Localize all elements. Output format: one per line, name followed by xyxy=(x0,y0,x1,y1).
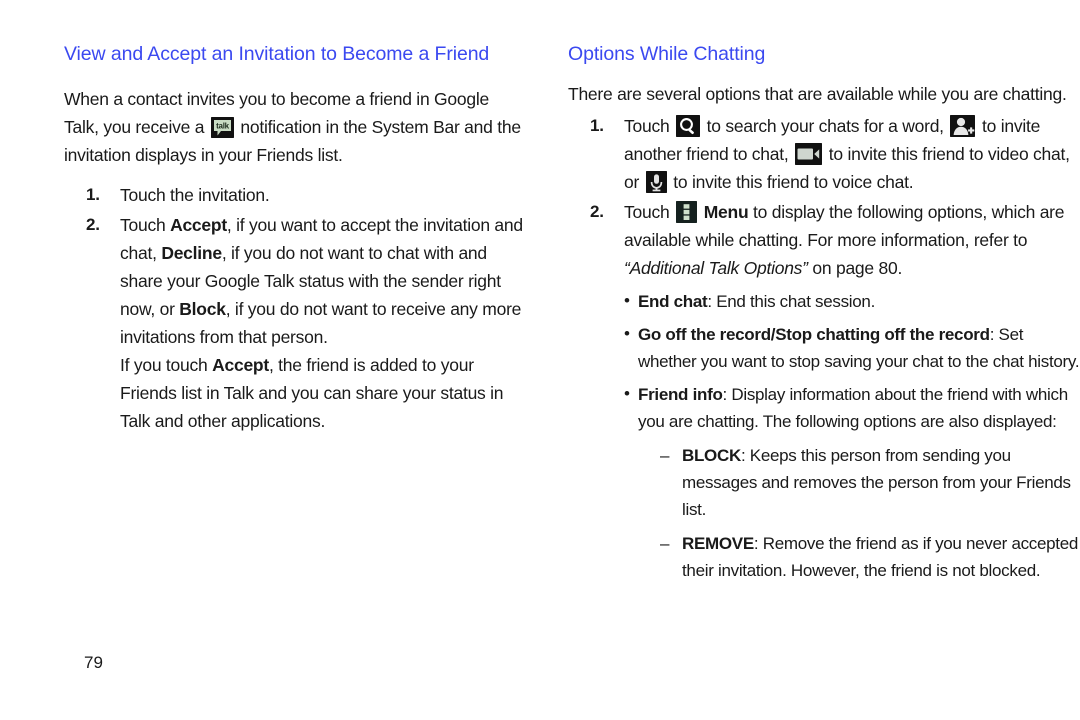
step-text-part-1: Touch xyxy=(624,116,675,136)
step-text-part-5: to invite this friend to voice chat. xyxy=(668,172,914,192)
list-item: – REMOVE: Remove the friend as if you nev… xyxy=(660,530,1080,584)
microphone-icon xyxy=(645,171,667,193)
options-steps-list: 1. Touch to search your chats for a word,… xyxy=(568,112,1080,584)
bullet-dot-icon: • xyxy=(624,324,630,343)
list-item: 1. Touch to search your chats for a word,… xyxy=(568,112,1080,196)
dash-bullet-icon: – xyxy=(660,446,670,465)
step-number: 2. xyxy=(590,202,604,221)
page-number: 79 xyxy=(84,653,103,672)
step-text-part-3: on page 80. xyxy=(807,258,903,278)
block-label: Block xyxy=(179,299,226,319)
intro-paragraph-options: There are several options that are avail… xyxy=(568,84,1067,104)
option-label-friend-info: Friend info xyxy=(638,385,723,404)
intro-paragraph-invitation: When a contact invites you to become a f… xyxy=(64,85,524,169)
step-number: 1. xyxy=(590,116,604,135)
option-label-off-the-record: Go off the record/Stop chatting off the … xyxy=(638,325,990,344)
left-column: View and Accept an Invitation to Become … xyxy=(64,0,524,435)
bullet-dot-icon: • xyxy=(624,291,630,310)
video-camera-icon xyxy=(795,143,823,165)
step-number: 1. xyxy=(86,185,100,204)
option-description: : End this chat session. xyxy=(707,292,876,311)
menu-icon xyxy=(676,201,698,223)
cross-reference-title: “Additional Talk Options” xyxy=(624,258,808,278)
search-icon xyxy=(676,115,701,137)
manual-page: View and Accept an Invitation to Become … xyxy=(0,0,1080,720)
accept-followup-paragraph: If you touch Accept, the friend is added… xyxy=(120,351,524,435)
step-text: Touch the invitation. xyxy=(120,185,270,205)
add-friend-icon xyxy=(950,115,976,137)
list-item: 2. Touch Menu to display the following op… xyxy=(568,198,1080,584)
step-text-part-1: Touch xyxy=(120,215,171,235)
step-text-part-1: Touch xyxy=(624,202,675,222)
followup-text-part-1: If you touch xyxy=(120,355,213,375)
accept-label: Accept xyxy=(170,215,227,235)
list-item: • End chat: End this chat session. xyxy=(624,288,1080,315)
talk-notification-icon: talk xyxy=(210,117,234,138)
section-heading-invitation: View and Accept an Invitation to Become … xyxy=(64,43,490,65)
accept-label-2: Accept xyxy=(212,355,269,375)
svg-text:talk: talk xyxy=(216,122,230,131)
subitem-label-block: BLOCK xyxy=(682,446,741,465)
chat-options-bullet-list: • End chat: End this chat session. • Go of… xyxy=(624,288,1080,584)
list-item: 2. Touch Accept, if you want to accept th… xyxy=(64,211,524,435)
option-label-end-chat: End chat xyxy=(638,292,708,311)
step-number: 2. xyxy=(86,215,100,234)
list-item: 1. Touch the invitation. xyxy=(64,181,524,209)
subitem-description: : Keeps this person from sending you mes… xyxy=(682,446,1071,519)
right-column: Options While Chatting There are several… xyxy=(568,0,1080,584)
menu-label: Menu xyxy=(703,202,749,222)
subitem-label-remove: REMOVE xyxy=(682,534,754,553)
friend-info-subitem-list: – BLOCK: Keeps this person from sending y… xyxy=(638,442,1080,584)
decline-label: Decline xyxy=(161,243,222,263)
list-item: – BLOCK: Keeps this person from sending y… xyxy=(660,442,1080,523)
list-item: • Go off the record/Stop chatting off the… xyxy=(624,321,1080,375)
section-heading-options: Options While Chatting xyxy=(568,43,766,65)
step-text-part-2: to search your chats for a word, xyxy=(702,116,949,136)
list-item: • Friend info: Display information about … xyxy=(624,381,1080,584)
invitation-steps-list: 1. Touch the invitation. 2. Touch Accept, … xyxy=(64,181,524,435)
dash-bullet-icon: – xyxy=(660,534,670,553)
bullet-dot-icon: • xyxy=(624,384,630,403)
